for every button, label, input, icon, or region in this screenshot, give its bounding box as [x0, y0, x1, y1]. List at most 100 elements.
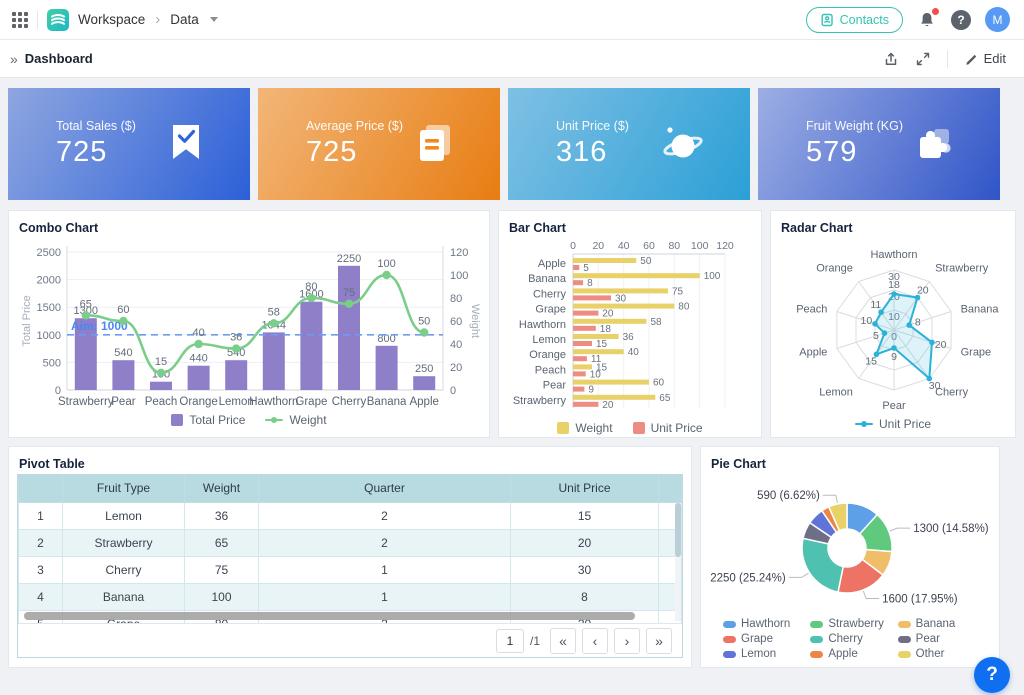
- pie-legend-item[interactable]: Strawberry: [810, 618, 897, 630]
- first-page-button[interactable]: «: [550, 628, 576, 654]
- svg-text:Grape: Grape: [535, 304, 566, 316]
- collapse-panel-icon[interactable]: »: [10, 51, 18, 67]
- radar-legend[interactable]: Unit Price: [779, 414, 1007, 434]
- pie-legend-item[interactable]: Lemon: [723, 648, 810, 660]
- app-launcher-icon[interactable]: [12, 12, 28, 28]
- legend-marker: [723, 651, 736, 658]
- svg-text:20: 20: [450, 362, 462, 374]
- svg-text:100: 100: [691, 240, 709, 252]
- svg-text:20: 20: [935, 339, 947, 351]
- horizontal-scrollbar[interactable]: [24, 612, 635, 620]
- svg-text:Peach: Peach: [535, 364, 566, 376]
- svg-text:65: 65: [659, 393, 671, 404]
- pie-legend-item[interactable]: Cherry: [810, 633, 897, 645]
- svg-text:2250 (25.24%): 2250 (25.24%): [710, 572, 786, 584]
- svg-text:1500: 1500: [37, 302, 61, 314]
- kpi-total-sales[interactable]: Total Sales ($) 725: [8, 88, 250, 200]
- pie-legend-item[interactable]: Pear: [898, 633, 985, 645]
- svg-text:2000: 2000: [37, 275, 61, 287]
- legend-label: Banana: [916, 618, 956, 630]
- pie-legend-item[interactable]: Other: [898, 648, 985, 660]
- export-icon[interactable]: [883, 51, 899, 67]
- help-icon[interactable]: ?: [951, 10, 971, 30]
- kpi-average-price[interactable]: Average Price ($) 725: [258, 88, 500, 200]
- breadcrumb-data[interactable]: Data: [170, 12, 199, 27]
- kpi-fruit-weight[interactable]: Fruit Weight (KG) 579: [758, 88, 1000, 200]
- unit-price-area[interactable]: [875, 294, 932, 379]
- kpi-label: Total Sales ($): [56, 119, 136, 133]
- table-row[interactable]: 1Lemon36215: [19, 502, 682, 529]
- legend-marker: [898, 636, 911, 643]
- table-cell: Cherry: [63, 556, 185, 583]
- svg-text:Pear: Pear: [882, 400, 906, 412]
- bottom-row: Pivot Table Fruit TypeWeightQuarterUnit …: [8, 446, 1016, 668]
- svg-text:Apple: Apple: [799, 347, 827, 359]
- table-cell: 4: [19, 583, 63, 610]
- edit-label: Edit: [984, 51, 1006, 66]
- svg-text:15: 15: [596, 339, 608, 350]
- workspace-logo-icon[interactable]: [47, 9, 69, 31]
- pie-legend-item[interactable]: Banana: [898, 618, 985, 630]
- total-price-bars[interactable]: [75, 266, 435, 390]
- kpi-unit-price[interactable]: Unit Price ($) 316: [508, 88, 750, 200]
- column-header: Quarter: [259, 475, 511, 502]
- legend-marker: [723, 636, 736, 643]
- svg-text:20: 20: [602, 309, 614, 320]
- table-cell: Strawberry: [63, 529, 185, 556]
- svg-text:1300 (14.58%): 1300 (14.58%): [913, 523, 989, 535]
- table-row[interactable]: 4Banana10018: [19, 583, 682, 610]
- last-page-button[interactable]: »: [646, 628, 672, 654]
- svg-text:120: 120: [716, 240, 734, 252]
- contacts-label: Contacts: [840, 13, 889, 27]
- legend-label: Lemon: [741, 648, 776, 660]
- notifications-bell-icon[interactable]: [917, 10, 937, 30]
- combo-legend[interactable]: Total Price Weight: [17, 410, 481, 430]
- pivot-table[interactable]: Fruit TypeWeightQuarterUnit Price1Lemon3…: [18, 475, 682, 623]
- svg-text:18: 18: [600, 324, 612, 335]
- legend-label: Strawberry: [828, 618, 884, 630]
- pie-slices[interactable]: [802, 503, 892, 593]
- table-cell: 36: [185, 502, 259, 529]
- legend-label: Apple: [828, 648, 857, 660]
- pie-legend[interactable]: Hawthorn Strawberry Banana Grape Cherry Pear L…: [709, 616, 991, 660]
- svg-text:18: 18: [888, 279, 900, 291]
- svg-text:30: 30: [929, 380, 941, 392]
- table-cell: 15: [511, 502, 659, 529]
- legend-label: Cherry: [828, 633, 863, 645]
- chevron-down-icon[interactable]: [210, 17, 218, 22]
- svg-text:Apple: Apple: [409, 396, 438, 408]
- pencil-icon: [964, 51, 979, 66]
- page-number-input[interactable]: [496, 629, 524, 653]
- pie-legend-item[interactable]: Hawthorn: [723, 618, 810, 630]
- svg-text:500: 500: [43, 357, 61, 369]
- edit-button[interactable]: Edit: [964, 51, 1006, 66]
- notification-badge: [932, 8, 939, 15]
- next-page-button[interactable]: ›: [614, 628, 640, 654]
- svg-text:1000: 1000: [37, 330, 61, 342]
- floating-help-button[interactable]: ?: [974, 657, 1010, 693]
- table-row[interactable]: 2Strawberry65220: [19, 529, 682, 556]
- table-row[interactable]: 3Cherry75130: [19, 556, 682, 583]
- avatar[interactable]: M: [985, 7, 1010, 32]
- pie-legend-item[interactable]: Apple: [810, 648, 897, 660]
- legend-marker: [810, 651, 823, 658]
- pie-chart[interactable]: 1300 (14.58%)1600 (17.95%)2250 (25.24%)5…: [709, 474, 993, 616]
- table-cell: Banana: [63, 583, 185, 610]
- svg-text:Pear: Pear: [111, 396, 135, 408]
- breadcrumb-workspace[interactable]: Workspace: [78, 12, 145, 27]
- table-cell: 2: [259, 529, 511, 556]
- radar-chart[interactable]: HawthornStrawberryBananaGrapeCherryPearL…: [779, 238, 1009, 414]
- bar-chart[interactable]: 0204060801001205051008753080205818361540…: [507, 238, 755, 418]
- combo-chart[interactable]: 05001000150020002500020406080100120Total…: [17, 238, 483, 410]
- fullscreen-icon[interactable]: [915, 51, 931, 67]
- pie-legend-item[interactable]: Grape: [723, 633, 810, 645]
- svg-text:40: 40: [628, 347, 640, 358]
- svg-text:Banana: Banana: [961, 303, 1000, 315]
- previous-page-button[interactable]: ‹: [582, 628, 608, 654]
- vertical-scrollbar[interactable]: [675, 503, 681, 621]
- contacts-button[interactable]: Contacts: [806, 7, 903, 33]
- svg-text:8: 8: [587, 278, 593, 289]
- bar-legend[interactable]: Weight Unit Price: [507, 418, 753, 438]
- weight-line[interactable]: [86, 275, 424, 373]
- svg-text:50: 50: [640, 256, 652, 267]
